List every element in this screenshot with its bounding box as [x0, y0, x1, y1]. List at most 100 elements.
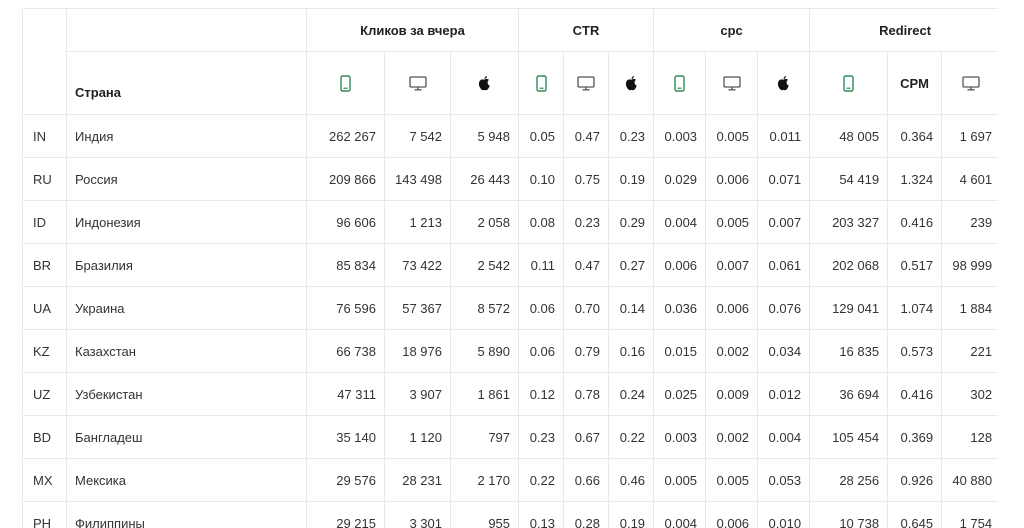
ctr-apple-cell: 0.16: [608, 329, 655, 373]
cpc-apple-cell: 0.007: [757, 200, 811, 244]
redirect-mobile-cell: 202 068: [809, 243, 889, 287]
clicks-apple-cell: 2 542: [449, 243, 520, 287]
stats-table-container: Кликов за вчера CTR cpc Redirect Страна …: [22, 8, 998, 528]
redirect-cpm-cell: 0.416: [887, 372, 943, 416]
cpc-desktop-cell: 0.006: [705, 501, 759, 528]
table-row[interactable]: BD Бангладеш 35 140 1 120 797 0.23 0.67 0.22 0.0…: [22, 415, 998, 459]
clicks-desktop-cell: 28 231: [384, 458, 451, 502]
redirect-mobile-cell: 10 738: [809, 501, 889, 528]
table-row[interactable]: IN Индия 262 267 7 542 5 948 0.05 0.47 0.23 0.00…: [22, 114, 998, 158]
country-name-cell: Украина: [66, 286, 307, 330]
ctr-mobile-header[interactable]: [518, 51, 565, 115]
cpc-desktop-cell: 0.006: [705, 286, 759, 330]
redirect-cpm-header[interactable]: CPM: [887, 51, 943, 115]
clicks-apple-cell: 26 443: [449, 157, 520, 201]
clicks-desktop-cell: 1 213: [384, 200, 451, 244]
redirect-desktop-cell: 302: [941, 372, 998, 416]
ctr-desktop-cell: 0.47: [563, 243, 610, 287]
table-row[interactable]: RU Россия 209 866 143 498 26 443 0.10 0.75 0.19…: [22, 157, 998, 201]
redirect-cpm-cell: 0.369: [887, 415, 943, 459]
table-row[interactable]: PH Филиппины 29 215 3 301 955 0.13 0.28 0.19 0.0…: [22, 501, 998, 528]
country-name-cell: Бангладеш: [66, 415, 307, 459]
table-row[interactable]: MX Мексика 29 576 28 231 2 170 0.22 0.66 0.46 0.…: [22, 458, 998, 502]
country-column-header[interactable]: Страна: [66, 51, 307, 115]
ctr-mobile-cell: 0.06: [518, 329, 565, 373]
redirect-cpm-cell: 1.324: [887, 157, 943, 201]
desktop-monitor-icon: [577, 76, 595, 91]
cpc-desktop-cell: 0.009: [705, 372, 759, 416]
ctr-apple-cell: 0.14: [608, 286, 655, 330]
ctr-desktop-cell: 0.79: [563, 329, 610, 373]
redirect-mobile-cell: 105 454: [809, 415, 889, 459]
ctr-desktop-cell: 0.47: [563, 114, 610, 158]
clicks-mobile-cell: 29 576: [306, 458, 385, 502]
country-name-cell: Филиппины: [66, 501, 307, 528]
cpc-mobile-cell: 0.006: [653, 243, 707, 287]
table-row[interactable]: BR Бразилия 85 834 73 422 2 542 0.11 0.47 0.27 0…: [22, 243, 998, 287]
country-code-cell: BR: [22, 243, 67, 287]
redirect-mobile-header[interactable]: [809, 51, 889, 115]
redirect-cpm-cell: 0.364: [887, 114, 943, 158]
redirect-group-header[interactable]: Redirect: [809, 8, 998, 52]
cpc-mobile-header[interactable]: [653, 51, 707, 115]
country-name-cell: Россия: [66, 157, 307, 201]
clicks-apple-header[interactable]: [449, 51, 520, 115]
redirect-desktop-cell: 4 601: [941, 157, 998, 201]
redirect-mobile-cell: 129 041: [809, 286, 889, 330]
redirect-mobile-cell: 48 005: [809, 114, 889, 158]
ctr-desktop-header[interactable]: [563, 51, 610, 115]
ctr-mobile-cell: 0.23: [518, 415, 565, 459]
clicks-group-header[interactable]: Кликов за вчера: [305, 8, 520, 52]
redirect-desktop-header[interactable]: [941, 51, 998, 115]
cpc-mobile-cell: 0.003: [653, 415, 707, 459]
ctr-group-header[interactable]: CTR: [518, 8, 655, 52]
clicks-desktop-cell: 57 367: [384, 286, 451, 330]
desktop-monitor-icon: [722, 76, 741, 91]
country-code-cell: IN: [22, 114, 67, 158]
clicks-mobile-cell: 66 738: [306, 329, 385, 373]
table-row[interactable]: UZ Узбекистан 47 311 3 907 1 861 0.12 0.78 0.24…: [22, 372, 998, 416]
cpc-mobile-cell: 0.029: [653, 157, 707, 201]
table-row[interactable]: UA Украина 76 596 57 367 8 572 0.06 0.70 0.14 0.…: [22, 286, 998, 330]
ctr-mobile-cell: 0.05: [518, 114, 565, 158]
country-code-cell: MX: [22, 458, 67, 502]
ctr-apple-cell: 0.27: [608, 243, 655, 287]
redirect-desktop-cell: 1 884: [941, 286, 998, 330]
ctr-desktop-cell: 0.28: [563, 501, 610, 528]
group-header-row: Кликов за вчера CTR cpc Redirect: [22, 8, 998, 115]
clicks-mobile-cell: 85 834: [306, 243, 385, 287]
clicks-apple-cell: 2 170: [449, 458, 520, 502]
table-row[interactable]: ID Индонезия 96 606 1 213 2 058 0.08 0.23 0.29 0…: [22, 200, 998, 244]
country-code-cell: UA: [22, 286, 67, 330]
clicks-mobile-cell: 47 311: [306, 372, 385, 416]
table-header: Кликов за вчера CTR cpc Redirect Страна …: [22, 8, 998, 115]
cpc-apple-cell: 0.012: [757, 372, 811, 416]
cpc-apple-cell: 0.071: [757, 157, 811, 201]
redirect-mobile-cell: 36 694: [809, 372, 889, 416]
cpc-apple-header[interactable]: [757, 51, 811, 115]
ctr-apple-cell: 0.19: [608, 157, 655, 201]
redirect-mobile-cell: 16 835: [809, 329, 889, 373]
clicks-mobile-cell: 29 215: [306, 501, 385, 528]
redirect-mobile-cell: 54 419: [809, 157, 889, 201]
country-code-cell: RU: [22, 157, 67, 201]
cpc-desktop-header[interactable]: [705, 51, 759, 115]
redirect-cpm-cell: 1.074: [887, 286, 943, 330]
clicks-apple-cell: 5 948: [449, 114, 520, 158]
cpc-mobile-cell: 0.025: [653, 372, 707, 416]
clicks-mobile-header[interactable]: [306, 51, 385, 115]
ctr-apple-header[interactable]: [608, 51, 655, 115]
cpc-group-header[interactable]: cpc: [653, 8, 811, 52]
redirect-desktop-cell: 128: [941, 415, 998, 459]
country-name-cell: Казахстан: [66, 329, 307, 373]
cpc-desktop-cell: 0.006: [705, 157, 759, 201]
cpc-apple-cell: 0.076: [757, 286, 811, 330]
table-row[interactable]: KZ Казахстан 66 738 18 976 5 890 0.06 0.79 0.16…: [22, 329, 998, 373]
clicks-desktop-cell: 1 120: [384, 415, 451, 459]
clicks-mobile-cell: 262 267: [306, 114, 385, 158]
cpc-desktop-cell: 0.005: [705, 114, 759, 158]
mobile-phone-icon: [674, 74, 685, 92]
clicks-desktop-header[interactable]: [384, 51, 451, 115]
ctr-mobile-cell: 0.22: [518, 458, 565, 502]
country-name-cell: Бразилия: [66, 243, 307, 287]
